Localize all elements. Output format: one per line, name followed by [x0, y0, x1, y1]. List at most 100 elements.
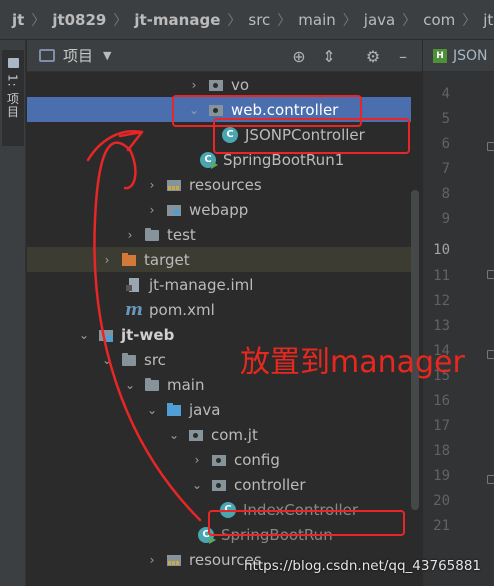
- folder-icon: [121, 352, 137, 368]
- tree-node-label: com.jt: [211, 425, 258, 444]
- breadcrumb-item-src[interactable]: src: [248, 11, 270, 29]
- breadcrumb-separator: 〉: [31, 12, 46, 29]
- tree-node-label: resources: [189, 175, 262, 194]
- package-icon: [208, 77, 224, 93]
- chevron-right-icon[interactable]: ›: [145, 553, 159, 567]
- editor-tab-label: JSON: [453, 47, 488, 64]
- chevron-down-icon[interactable]: ⌄: [190, 478, 204, 492]
- chevron-down-icon[interactable]: ▼: [103, 49, 111, 62]
- line-number-active: 10: [433, 242, 450, 258]
- chevron-down-icon[interactable]: ⌄: [77, 328, 91, 342]
- tree-node-label: vo: [231, 75, 250, 94]
- chevron-down-icon[interactable]: ⌄: [167, 428, 181, 442]
- line-number: 4: [441, 86, 450, 102]
- line-number: 17: [433, 418, 450, 434]
- fold-marker-icon[interactable]: [487, 475, 494, 484]
- tree-node-label: test: [167, 225, 196, 244]
- tree-node-vo[interactable]: › vo: [27, 72, 411, 97]
- line-number: 6: [441, 136, 450, 152]
- line-number: 9: [441, 211, 450, 227]
- tree-node-test[interactable]: › test: [27, 222, 411, 247]
- tree-node-pom-xml[interactable]: m pom.xml: [27, 297, 411, 322]
- tree-node-label: webapp: [189, 200, 249, 219]
- breadcrumb-item-jt[interactable]: jt: [12, 11, 24, 29]
- project-tool-tab[interactable]: 1: 项目: [2, 50, 24, 146]
- package-icon: [188, 427, 204, 443]
- chevron-right-icon[interactable]: ›: [190, 453, 204, 467]
- breadcrumb-item-com[interactable]: com: [423, 11, 455, 29]
- line-number: 19: [433, 468, 450, 484]
- tool-window-stripe: 1: 项目: [0, 40, 26, 586]
- chevron-right-icon[interactable]: ›: [100, 253, 114, 267]
- tree-node-label: java: [189, 400, 221, 419]
- tree-node-label: main: [167, 375, 205, 394]
- tree-node-controller[interactable]: ⌄ controller: [27, 472, 411, 497]
- module-folder-icon: [98, 327, 114, 343]
- line-number: 20: [433, 493, 450, 509]
- project-view-icon: [39, 49, 55, 62]
- line-number: 13: [433, 318, 450, 334]
- tree-node-label: pom.xml: [149, 300, 215, 319]
- tree-node-webapp[interactable]: › webapp: [27, 197, 411, 222]
- breadcrumb-item-main[interactable]: main: [298, 11, 335, 29]
- tree-node-jt-manage-iml[interactable]: jt-manage.iml: [27, 272, 411, 297]
- chevron-down-icon[interactable]: ⌄: [123, 378, 137, 392]
- project-panel-header: 项目 ▼ ⊕ ⇕ ⚙ –: [27, 40, 422, 72]
- breadcrumb-item-jt-manage[interactable]: jt-manage: [134, 11, 220, 29]
- gear-icon[interactable]: ⚙: [363, 46, 383, 66]
- chevron-right-icon[interactable]: ›: [145, 203, 159, 217]
- breadcrumb-item-jt[interactable]: jt: [483, 11, 493, 29]
- annotation-text: 放置到manager: [240, 345, 465, 380]
- breadcrumb-separator: 〉: [113, 12, 128, 29]
- breadcrumb: jt 〉 jt0829 〉 jt-manage 〉 src 〉 main 〉 j…: [0, 0, 494, 40]
- folder-icon: [144, 227, 160, 243]
- editor-gutter: 4 5 6 7 8 9 10 11 12 13 14 15 16 17 18 1…: [423, 72, 494, 586]
- tree-node-label: controller: [234, 475, 306, 494]
- annotation-box-jsonp-controller: [213, 118, 410, 154]
- line-number: 8: [441, 186, 450, 202]
- tree-node-com-jt[interactable]: ⌄ com.jt: [27, 422, 411, 447]
- project-view-selector[interactable]: 项目: [63, 45, 93, 66]
- line-number: 12: [433, 293, 450, 309]
- chevron-right-icon[interactable]: ›: [187, 78, 201, 92]
- excluded-folder-icon: [121, 252, 137, 268]
- resources-folder-icon: [166, 177, 182, 193]
- maven-icon: m: [125, 299, 143, 320]
- html-file-icon: H: [433, 48, 447, 63]
- web-folder-icon: [166, 202, 182, 218]
- breadcrumb-separator: 〉: [342, 12, 357, 29]
- resources-folder-icon: [166, 552, 182, 568]
- collapse-all-icon[interactable]: ⇕: [319, 46, 339, 66]
- tree-node-resources[interactable]: › resources: [27, 172, 411, 197]
- breadcrumb-separator: 〉: [462, 12, 477, 29]
- annotation-box-springbootrun: [208, 510, 405, 536]
- tree-node-label: config: [234, 450, 280, 469]
- tree-node-label: jt-web: [121, 325, 175, 344]
- watermark: https://blog.csdn.net/qq_43765881: [244, 558, 482, 574]
- editor-tab[interactable]: H JSON: [423, 40, 494, 72]
- source-folder-icon: [166, 402, 182, 418]
- breadcrumb-separator: 〉: [227, 12, 242, 29]
- runnable-class-icon: C: [200, 151, 218, 169]
- tree-node-config[interactable]: › config: [27, 447, 411, 472]
- line-number: 18: [433, 443, 450, 459]
- fold-marker-icon[interactable]: [487, 350, 494, 359]
- project-tool-tab-label: 1: 项目: [5, 74, 20, 119]
- tree-node-java[interactable]: ⌄ java: [27, 397, 411, 422]
- breadcrumb-item-jt0829[interactable]: jt0829: [52, 11, 106, 29]
- breadcrumb-separator: 〉: [402, 12, 417, 29]
- chevron-down-icon[interactable]: ⌄: [145, 403, 159, 417]
- project-folder-icon: [7, 58, 19, 68]
- chevron-right-icon[interactable]: ›: [123, 228, 137, 242]
- tree-node-label: target: [144, 250, 190, 269]
- tree-node-target[interactable]: › target: [27, 247, 411, 272]
- fold-marker-icon[interactable]: [487, 142, 494, 151]
- line-number: 11: [433, 268, 450, 284]
- package-icon: [211, 452, 227, 468]
- chevron-down-icon[interactable]: ⌄: [100, 353, 114, 367]
- fold-marker-icon[interactable]: [487, 270, 494, 279]
- locate-crosshair-icon[interactable]: ⊕: [289, 46, 309, 66]
- chevron-right-icon[interactable]: ›: [145, 178, 159, 192]
- hide-panel-icon[interactable]: –: [393, 46, 413, 66]
- breadcrumb-item-java[interactable]: java: [364, 11, 395, 29]
